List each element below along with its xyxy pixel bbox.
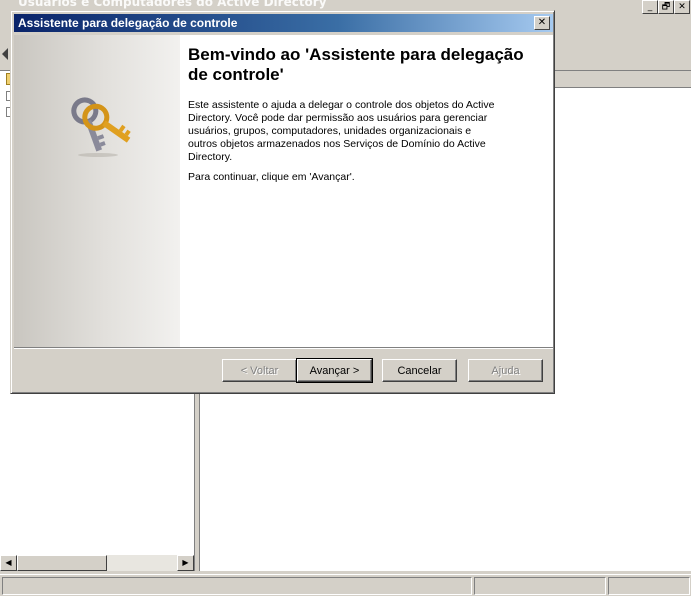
status-bar bbox=[0, 574, 691, 596]
back-arrow-icon[interactable] bbox=[2, 48, 8, 60]
help-button[interactable]: Ajuda bbox=[468, 359, 543, 382]
back-button[interactable]: < Voltar bbox=[222, 359, 297, 382]
restore-button[interactable]: 🗗 bbox=[658, 0, 674, 14]
minimize-button[interactable]: _ bbox=[642, 0, 658, 14]
tree-horizontal-scrollbar[interactable]: ◀ ▶ bbox=[0, 555, 194, 571]
keys-icon bbox=[71, 97, 131, 157]
delegation-wizard-dialog: Assistente para delegação de controle ✕ bbox=[10, 10, 555, 394]
background-window-title: Usuários e Computadores do Active Direct… bbox=[18, 0, 327, 9]
welcome-heading: Bem-vindo ao 'Assistente para delegação … bbox=[188, 45, 524, 84]
next-button[interactable]: Avançar > bbox=[296, 358, 373, 383]
scroll-thumb[interactable] bbox=[17, 555, 107, 571]
status-cell bbox=[608, 577, 690, 595]
scroll-right-button[interactable]: ▶ bbox=[177, 555, 194, 571]
dialog-title: Assistente para delegação de controle bbox=[18, 16, 238, 30]
wizard-side-panel bbox=[14, 35, 180, 347]
button-separator bbox=[14, 347, 553, 349]
wizard-content: Bem-vindo ao 'Assistente para delegação … bbox=[14, 35, 553, 347]
close-button[interactable]: ✕ bbox=[534, 16, 550, 30]
cancel-button[interactable]: Cancelar bbox=[382, 359, 457, 382]
status-cell bbox=[2, 577, 472, 595]
dialog-titlebar[interactable]: Assistente para delegação de controle ✕ bbox=[14, 14, 553, 32]
wizard-description: Este assistente o ajuda a delegar o cont… bbox=[188, 99, 495, 163]
continue-hint: Para continuar, clique em 'Avançar'. bbox=[188, 171, 355, 183]
scroll-left-button[interactable]: ◀ bbox=[0, 555, 17, 571]
status-cell bbox=[474, 577, 606, 595]
background-close-button[interactable]: ✕ bbox=[674, 0, 690, 14]
